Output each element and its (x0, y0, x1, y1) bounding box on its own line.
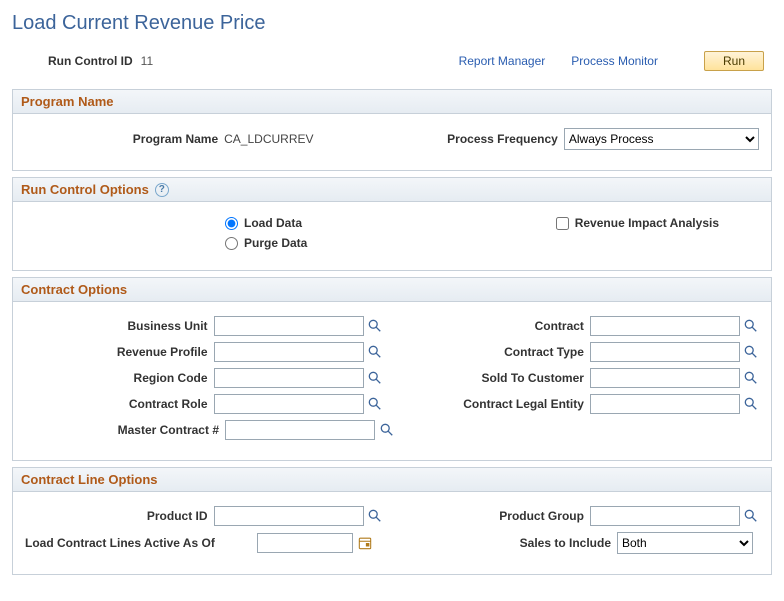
contract-options-header: Contract Options (13, 278, 771, 302)
business-unit-label: Business Unit (25, 319, 214, 333)
program-name-section: Program Name Program Name CA_LDCURREV Pr… (12, 89, 772, 171)
contract-line-options-section: Contract Line Options Product ID Product… (12, 467, 772, 575)
run-control-options-header: Run Control Options ? (13, 178, 771, 202)
contract-label: Contract (439, 319, 590, 333)
region-code-label: Region Code (25, 371, 214, 385)
calendar-icon[interactable] (357, 535, 373, 551)
sold-to-customer-input[interactable] (590, 368, 740, 388)
lookup-icon[interactable] (368, 370, 383, 386)
lookup-icon[interactable] (368, 318, 383, 334)
help-icon[interactable]: ? (155, 183, 169, 197)
lookup-icon[interactable] (744, 344, 759, 360)
run-control-id-value: 11 (141, 54, 153, 68)
run-button[interactable]: Run (704, 51, 764, 71)
product-group-input[interactable] (590, 506, 740, 526)
revenue-profile-label: Revenue Profile (25, 345, 214, 359)
product-id-label: Product ID (25, 509, 214, 523)
purge-data-radio-label[interactable]: Purge Data (225, 236, 307, 250)
run-control-id-label: Run Control ID (48, 54, 133, 68)
contract-input[interactable] (590, 316, 740, 336)
revenue-profile-input[interactable] (214, 342, 364, 362)
product-group-label: Product Group (430, 509, 590, 523)
revenue-impact-checkbox-label[interactable]: Revenue Impact Analysis (556, 216, 719, 230)
contract-role-input[interactable] (214, 394, 364, 414)
revenue-impact-checkbox[interactable] (556, 217, 569, 230)
active-as-of-input[interactable] (257, 533, 353, 553)
active-as-of-label: Load Contract Lines Active As Of (25, 536, 257, 550)
revenue-impact-text: Revenue Impact Analysis (575, 216, 719, 230)
process-frequency-select[interactable]: Always Process (564, 128, 759, 150)
business-unit-input[interactable] (214, 316, 364, 336)
load-data-text: Load Data (244, 216, 302, 230)
program-name-header: Program Name (13, 90, 771, 114)
page-title: Load Current Revenue Price (12, 12, 772, 35)
contract-line-options-header: Contract Line Options (13, 468, 771, 492)
contract-options-section: Contract Options Business Unit Contract … (12, 277, 772, 461)
process-monitor-link[interactable]: Process Monitor (571, 54, 658, 68)
report-manager-link[interactable]: Report Manager (459, 54, 546, 68)
process-frequency-label: Process Frequency (447, 132, 564, 146)
program-name-value: CA_LDCURREV (224, 132, 373, 146)
run-control-options-title: Run Control Options (21, 182, 149, 197)
lookup-icon[interactable] (368, 508, 383, 524)
contract-line-options-title: Contract Line Options (21, 472, 158, 487)
contract-legal-entity-input[interactable] (590, 394, 740, 414)
lookup-icon[interactable] (368, 396, 383, 412)
product-id-input[interactable] (214, 506, 364, 526)
sales-to-include-select[interactable]: Both (617, 532, 753, 554)
purge-data-radio[interactable] (225, 237, 238, 250)
lookup-icon[interactable] (744, 396, 759, 412)
master-contract-input[interactable] (225, 420, 375, 440)
contract-options-title: Contract Options (21, 282, 127, 297)
contract-legal-entity-label: Contract Legal Entity (439, 397, 590, 411)
lookup-icon[interactable] (744, 370, 759, 386)
load-data-radio-label[interactable]: Load Data (225, 216, 302, 230)
master-contract-label: Master Contract # (25, 423, 225, 437)
lookup-icon[interactable] (379, 422, 395, 438)
top-controls: Run Control ID 11 Report Manager Process… (12, 51, 772, 71)
lookup-icon[interactable] (744, 318, 759, 334)
program-name-label: Program Name (25, 132, 224, 146)
purge-data-text: Purge Data (244, 236, 307, 250)
region-code-input[interactable] (214, 368, 364, 388)
contract-type-label: Contract Type (439, 345, 590, 359)
lookup-icon[interactable] (744, 508, 759, 524)
lookup-icon[interactable] (368, 344, 383, 360)
sales-to-include-label: Sales to Include (520, 536, 617, 550)
program-name-title: Program Name (21, 94, 113, 109)
sold-to-customer-label: Sold To Customer (439, 371, 590, 385)
contract-role-label: Contract Role (25, 397, 214, 411)
contract-type-input[interactable] (590, 342, 740, 362)
load-data-radio[interactable] (225, 217, 238, 230)
run-control-options-section: Run Control Options ? Load Data Revenue … (12, 177, 772, 271)
